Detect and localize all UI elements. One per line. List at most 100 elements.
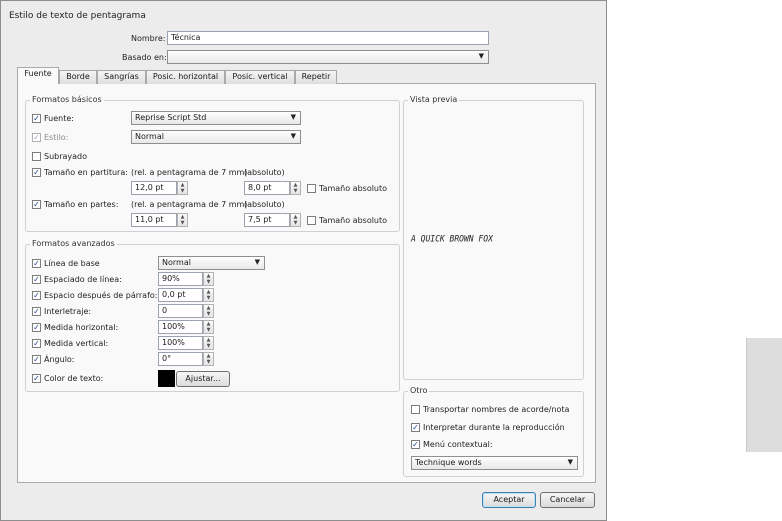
angle-input[interactable]: 0° bbox=[158, 352, 203, 366]
accept-button[interactable]: Aceptar bbox=[482, 492, 536, 508]
vertical-scale-input[interactable]: 100% bbox=[158, 336, 203, 350]
line-spacing-checkbox[interactable]: ✓ bbox=[32, 275, 41, 284]
parts-abs-note: (absoluto) bbox=[244, 200, 285, 209]
interpret-checkbox[interactable]: ✓ bbox=[411, 423, 420, 432]
tab-font[interactable]: Fuente bbox=[17, 67, 59, 84]
tab-border[interactable]: Borde bbox=[59, 70, 97, 84]
background-panel-edge bbox=[746, 338, 782, 452]
parts-absolute-size-label: Tamaño absoluto bbox=[319, 216, 388, 225]
spin-down-icon: ▼ bbox=[293, 188, 298, 194]
text-color-swatch[interactable] bbox=[158, 370, 175, 387]
line-spacing-spinner[interactable]: ▲ ▼ bbox=[203, 272, 214, 286]
context-menu-value: Technique words bbox=[415, 458, 482, 467]
underline-label: Subrayado bbox=[44, 152, 88, 161]
style-checkbox[interactable]: ✓ bbox=[32, 133, 41, 142]
tab-horizontal-position[interactable]: Posic. horizontal bbox=[146, 70, 225, 84]
chevron-down-icon: ▼ bbox=[290, 132, 296, 140]
angle-checkbox[interactable]: ✓ bbox=[32, 355, 41, 364]
font-value: Reprise Script Std bbox=[135, 113, 207, 122]
score-absolute-size-checkbox[interactable] bbox=[307, 184, 316, 193]
tab-indents[interactable]: Sangrías bbox=[97, 70, 146, 84]
parts-abs-size-input[interactable]: 7,5 pt bbox=[244, 213, 290, 227]
advanced-formats-title: Formatos avanzados bbox=[30, 239, 117, 248]
paragraph-space-label: Espacio después de párrafo: bbox=[44, 291, 158, 300]
spin-down-icon: ▼ bbox=[206, 311, 211, 317]
score-size-checkbox[interactable]: ✓ bbox=[32, 168, 41, 177]
text-color-checkbox[interactable]: ✓ bbox=[32, 374, 41, 383]
parts-size-label: Tamaño en partes: bbox=[44, 200, 119, 209]
horizontal-scale-spinner[interactable]: ▲ ▼ bbox=[203, 320, 214, 334]
horizontal-scale-input[interactable]: 100% bbox=[158, 320, 203, 334]
score-size-label: Tamaño en partitura: bbox=[44, 168, 128, 177]
score-rel-note: (rel. a pentagrama de 7 mm) bbox=[131, 168, 248, 177]
context-menu-checkbox[interactable]: ✓ bbox=[411, 440, 420, 449]
horizontal-scale-label: Medida horizontal: bbox=[44, 323, 119, 332]
parts-rel-note: (rel. a pentagrama de 7 mm) bbox=[131, 200, 248, 209]
score-abs-spinner[interactable]: ▲ ▼ bbox=[290, 181, 301, 195]
window-title: Estilo de texto de pentagrama bbox=[9, 11, 146, 21]
angle-label: Ángulo: bbox=[44, 355, 75, 364]
baseline-select[interactable]: Normal ▼ bbox=[158, 256, 265, 270]
kerning-spinner[interactable]: ▲ ▼ bbox=[203, 304, 214, 318]
tab-vertical-position[interactable]: Posic. vertical bbox=[225, 70, 295, 84]
font-checkbox[interactable]: ✓ bbox=[32, 114, 41, 123]
vertical-scale-label: Medida vertical: bbox=[44, 339, 109, 348]
vertical-scale-checkbox[interactable]: ✓ bbox=[32, 339, 41, 348]
name-label: Nombre: bbox=[131, 34, 166, 43]
score-abs-note: (absoluto) bbox=[244, 168, 285, 177]
score-abs-size-input[interactable]: 8,0 pt bbox=[244, 181, 290, 195]
font-select[interactable]: Reprise Script Std ▼ bbox=[131, 111, 301, 125]
spin-down-icon: ▼ bbox=[180, 220, 185, 226]
score-rel-size-input[interactable]: 12,0 pt bbox=[131, 181, 177, 195]
chevron-down-icon: ▼ bbox=[290, 113, 296, 121]
kerning-input[interactable]: 0 bbox=[158, 304, 203, 318]
other-title: Otro bbox=[408, 386, 430, 395]
spin-down-icon: ▼ bbox=[180, 188, 185, 194]
parts-absolute-size-checkbox[interactable] bbox=[307, 216, 316, 225]
paragraph-space-spinner[interactable]: ▲ ▼ bbox=[203, 288, 214, 302]
preview-sample: A QUICK BROWN FOX bbox=[411, 233, 493, 244]
line-spacing-input[interactable]: 90% bbox=[158, 272, 203, 286]
baseline-value: Normal bbox=[162, 258, 191, 267]
baseline-checkbox[interactable]: ✓ bbox=[32, 259, 41, 268]
context-menu-label: Menú contextual: bbox=[423, 440, 493, 449]
vertical-scale-spinner[interactable]: ▲ ▼ bbox=[203, 336, 214, 350]
score-rel-spinner[interactable]: ▲ ▼ bbox=[177, 181, 188, 195]
parts-abs-spinner[interactable]: ▲ ▼ bbox=[290, 213, 301, 227]
staff-text-style-dialog: Estilo de texto de pentagrama Nombre: Té… bbox=[0, 0, 607, 521]
name-field[interactable]: Técnica bbox=[167, 31, 489, 45]
parts-rel-size-input[interactable]: 11,0 pt bbox=[131, 213, 177, 227]
line-spacing-label: Espaciado de línea: bbox=[44, 275, 122, 284]
paragraph-space-input[interactable]: 0,0 pt bbox=[158, 288, 203, 302]
parts-rel-spinner[interactable]: ▲ ▼ bbox=[177, 213, 188, 227]
based-on-select[interactable]: ▼ bbox=[167, 50, 489, 64]
font-label: Fuente: bbox=[44, 114, 74, 123]
context-menu-select[interactable]: Technique words ▼ bbox=[411, 456, 578, 470]
angle-spinner[interactable]: ▲ ▼ bbox=[203, 352, 214, 366]
text-color-label: Color de texto: bbox=[44, 374, 104, 383]
underline-checkbox[interactable] bbox=[32, 152, 41, 161]
based-on-label: Basado en: bbox=[122, 53, 167, 62]
preview-title: Vista previa bbox=[408, 95, 460, 104]
horizontal-scale-checkbox[interactable]: ✓ bbox=[32, 323, 41, 332]
chevron-down-icon: ▼ bbox=[254, 258, 260, 266]
kerning-label: Interletraje: bbox=[44, 307, 92, 316]
score-absolute-size-label: Tamaño absoluto bbox=[319, 184, 388, 193]
tab-repeat[interactable]: Repetir bbox=[295, 70, 337, 84]
transport-checkbox[interactable] bbox=[411, 405, 420, 414]
style-value: Normal bbox=[135, 132, 164, 141]
adjust-color-button[interactable]: Ajustar... bbox=[176, 371, 230, 387]
spin-down-icon: ▼ bbox=[206, 279, 211, 285]
spin-down-icon: ▼ bbox=[206, 359, 211, 365]
kerning-checkbox[interactable]: ✓ bbox=[32, 307, 41, 316]
basic-formats-title: Formatos básicos bbox=[30, 95, 104, 104]
spin-down-icon: ▼ bbox=[293, 220, 298, 226]
interpret-label: Interpretar durante la reproducción bbox=[423, 423, 565, 432]
paragraph-space-checkbox[interactable]: ✓ bbox=[32, 291, 41, 300]
transport-label: Transportar nombres de acorde/nota bbox=[423, 405, 570, 414]
style-select[interactable]: Normal ▼ bbox=[131, 130, 301, 144]
parts-size-checkbox[interactable]: ✓ bbox=[32, 200, 41, 209]
chevron-down-icon: ▼ bbox=[478, 52, 484, 60]
style-label: Estilo: bbox=[44, 133, 69, 142]
cancel-button[interactable]: Cancelar bbox=[540, 492, 595, 508]
